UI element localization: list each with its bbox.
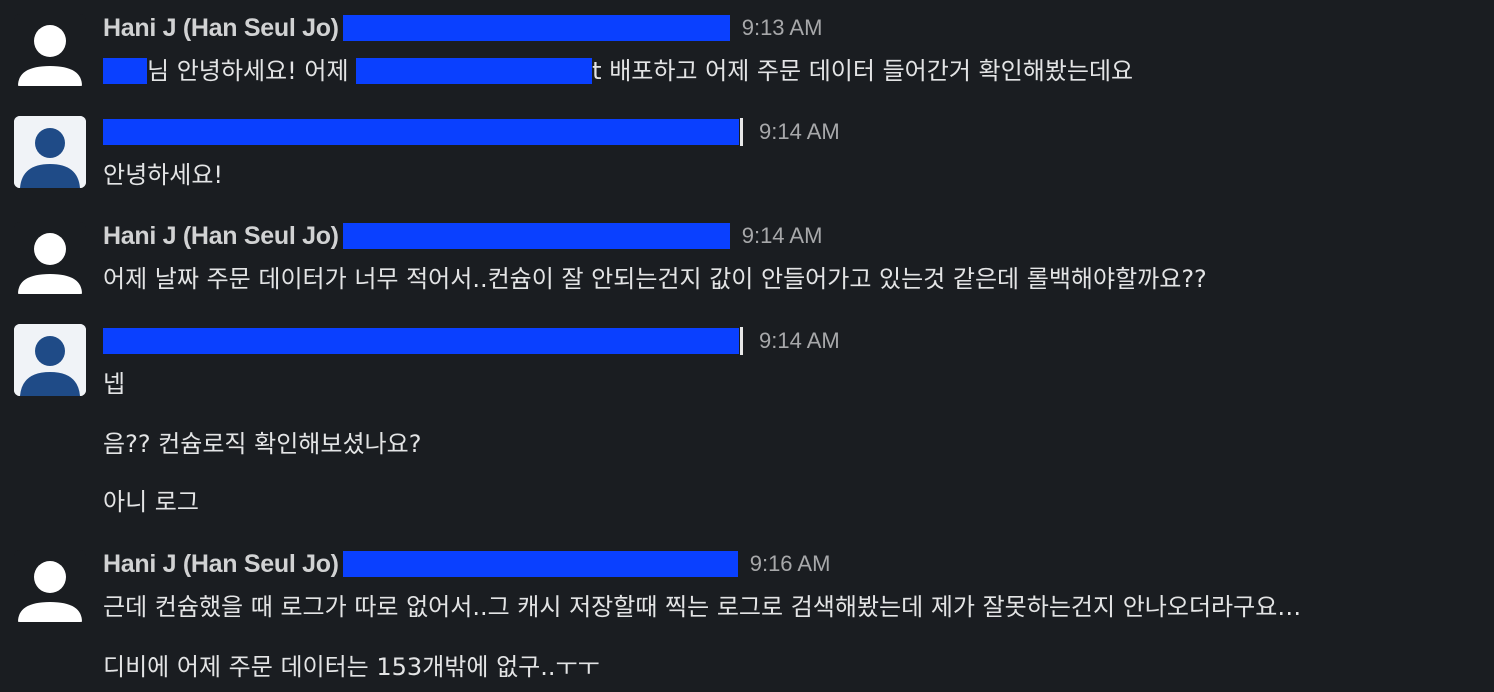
avatar[interactable] (14, 116, 86, 188)
message-text: 디비에 어제 주문 데이터는 153개밖에 없구..ㅜㅜ (103, 653, 600, 681)
sender-name[interactable]: Hani J (Han Seul Jo) (103, 222, 339, 251)
redacted-title (342, 223, 730, 249)
redacted-name (103, 58, 147, 84)
message-header: Hani J (Han Seul Jo) 9:14 AM (103, 221, 822, 251)
user-avatar-icon (18, 233, 82, 294)
timestamp[interactable]: 9:14 AM (742, 223, 823, 249)
message-text: 음?? 컨슘로직 확인해보셨나요? (103, 430, 422, 458)
avatar[interactable] (14, 222, 86, 294)
timestamp[interactable]: 9:16 AM (750, 551, 831, 577)
avatar[interactable] (14, 14, 86, 86)
avatar[interactable] (14, 550, 86, 622)
sender-name[interactable]: Hani J (Han Seul Jo) (103, 550, 339, 579)
timestamp[interactable]: 9:14 AM (759, 328, 840, 354)
message-text: 안녕하세요! (103, 161, 224, 189)
redacted-text (356, 58, 593, 84)
user-avatar-icon (18, 561, 82, 622)
timestamp[interactable]: 9:13 AM (742, 15, 823, 41)
avatar[interactable] (14, 324, 86, 396)
message-text: 아니 로그 (103, 488, 199, 516)
message-header: 9:14 AM (103, 117, 840, 147)
message-text: 넵 (103, 370, 126, 398)
divider (740, 327, 743, 355)
message-text: 님 안녕하세요! 어제 t 배포하고 어제 주문 데이터 들어간거 확인해봤는데… (103, 55, 1133, 87)
user-avatar-icon (14, 116, 86, 188)
redacted-sender (103, 328, 739, 354)
redacted-sender (103, 119, 739, 145)
message-header: Hani J (Han Seul Jo) 9:13 AM (103, 13, 822, 43)
message-text: 어제 날짜 주문 데이터가 너무 적어서..컨슘이 잘 안되는건지 값이 안들어… (103, 265, 1207, 293)
sender-name[interactable]: Hani J (Han Seul Jo) (103, 14, 339, 43)
user-avatar-icon (18, 25, 82, 86)
message-header: 9:14 AM (103, 326, 840, 356)
message-fragment: 님 안녕하세요! 어제 (147, 57, 357, 85)
message-fragment: t 배포하고 어제 주문 데이터 들어간거 확인해봤는데요 (592, 57, 1134, 85)
timestamp[interactable]: 9:14 AM (759, 119, 840, 145)
divider (740, 118, 743, 146)
redacted-title (342, 15, 730, 41)
redacted-title (342, 551, 738, 577)
message-text: 근데 컨슘했을 때 로그가 따로 없어서..그 캐시 저장할때 찍는 로그로 검… (103, 593, 1302, 621)
user-avatar-icon (14, 324, 86, 396)
message-header: Hani J (Han Seul Jo) 9:16 AM (103, 549, 830, 579)
